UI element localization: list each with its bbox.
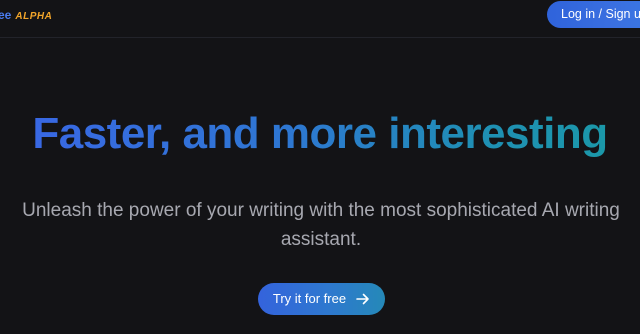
brand-logo[interactable]: ee ALPHA xyxy=(0,8,52,22)
arrow-right-icon xyxy=(356,293,369,305)
top-nav: ee ALPHA Log in / Sign up xyxy=(0,0,640,38)
try-it-free-button[interactable]: Try it for free xyxy=(258,283,385,315)
cta-label: Try it for free xyxy=(272,291,347,306)
login-signup-button[interactable]: Log in / Sign up xyxy=(547,1,640,28)
brand-name: ee xyxy=(0,8,12,22)
hero-subtitle: Unleash the power of your writing with t… xyxy=(22,200,620,250)
landing-page: ee ALPHA Log in / Sign up Faster, and mo… xyxy=(0,0,640,334)
alpha-badge: ALPHA xyxy=(15,11,53,22)
hero-title: Faster, and more interesting xyxy=(0,108,640,160)
